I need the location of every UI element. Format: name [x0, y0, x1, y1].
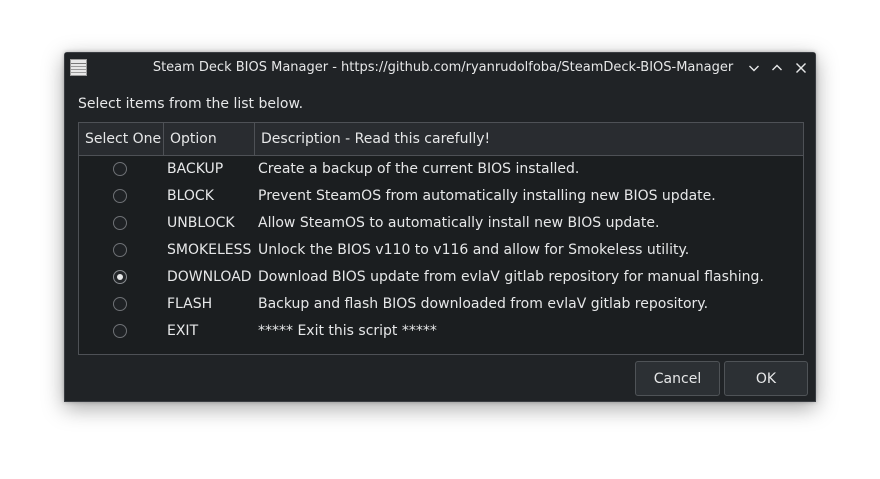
option-description: Create a backup of the current BIOS inst…	[258, 161, 580, 177]
table-row[interactable]: BLOCK Prevent SteamOS from automatically…	[79, 184, 803, 211]
option-name: EXIT	[167, 323, 199, 339]
option-radio[interactable]	[113, 216, 127, 230]
option-name: UNBLOCK	[167, 215, 235, 231]
cancel-button[interactable]: Cancel	[635, 361, 720, 396]
option-radio[interactable]	[113, 297, 127, 311]
option-name: BLOCK	[167, 188, 214, 204]
option-radio[interactable]	[113, 162, 127, 176]
instruction-label: Select items from the list below.	[78, 96, 304, 112]
option-name: DOWNLOAD	[167, 269, 252, 285]
option-radio[interactable]	[113, 324, 127, 338]
option-description: Unlock the BIOS v110 to v116 and allow f…	[258, 242, 690, 258]
table-row[interactable]: BACKUP Create a backup of the current BI…	[79, 157, 803, 184]
option-radio-selected[interactable]	[113, 270, 127, 284]
option-description: Download BIOS update from evlaV gitlab r…	[258, 269, 764, 285]
option-name: FLASH	[167, 296, 213, 312]
minimize-icon[interactable]	[745, 59, 763, 77]
column-header-option[interactable]: Option	[164, 123, 255, 155]
option-name: BACKUP	[167, 161, 224, 177]
option-description: ***** Exit this script *****	[258, 323, 437, 339]
option-description: Prevent SteamOS from automatically insta…	[258, 188, 716, 204]
window-title: Steam Deck BIOS Manager - https://github…	[152, 60, 734, 75]
column-header-select[interactable]: Select One	[79, 123, 164, 155]
option-name: SMOKELESS	[167, 242, 252, 258]
table-row[interactable]: DOWNLOAD Download BIOS update from evlaV…	[79, 265, 803, 292]
maximize-icon[interactable]	[768, 59, 786, 77]
title-bar[interactable]: Steam Deck BIOS Manager - https://github…	[65, 53, 815, 83]
options-table: Select One Option Description - Read thi…	[78, 122, 804, 355]
table-row[interactable]: EXIT ***** Exit this script *****	[79, 319, 803, 346]
option-radio[interactable]	[113, 189, 127, 203]
option-description: Allow SteamOS to automatically install n…	[258, 215, 660, 231]
table-row[interactable]: FLASH Backup and flash BIOS downloaded f…	[79, 292, 803, 319]
ok-button[interactable]: OK	[724, 361, 808, 396]
column-header-description[interactable]: Description - Read this carefully!	[255, 123, 803, 155]
table-row[interactable]: UNBLOCK Allow SteamOS to automatically i…	[79, 211, 803, 238]
option-description: Backup and flash BIOS downloaded from ev…	[258, 296, 709, 312]
dialog-window: Steam Deck BIOS Manager - https://github…	[64, 52, 816, 402]
table-header: Select One Option Description - Read thi…	[79, 123, 803, 156]
close-icon[interactable]	[792, 59, 810, 77]
option-radio[interactable]	[113, 243, 127, 257]
table-row[interactable]: SMOKELESS Unlock the BIOS v110 to v116 a…	[79, 238, 803, 265]
